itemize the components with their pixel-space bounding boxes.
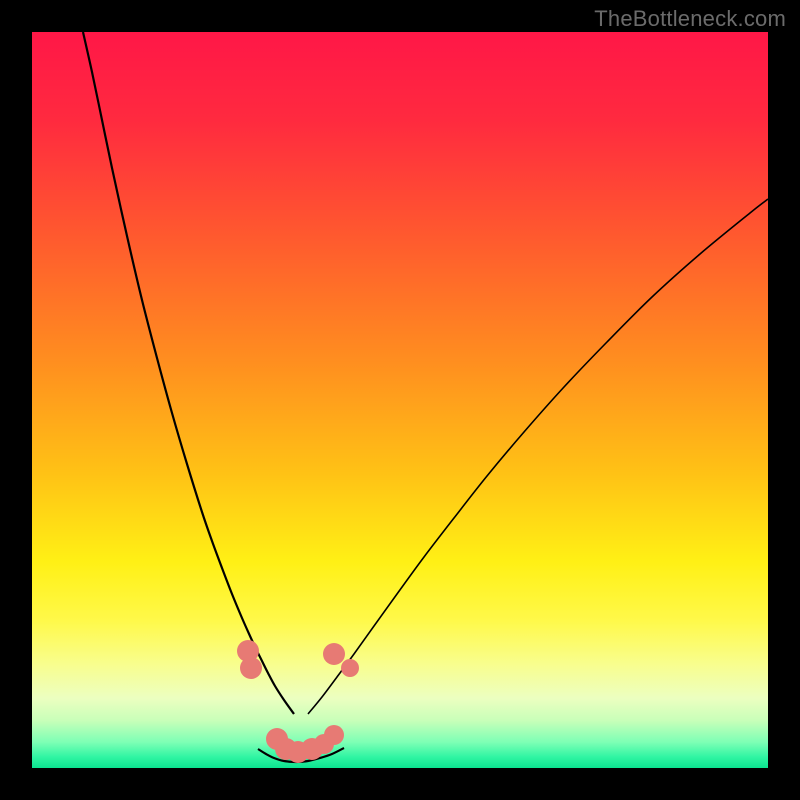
curve-layer: [32, 32, 768, 768]
data-dot: [341, 659, 359, 677]
data-dots: [237, 640, 359, 763]
data-dot: [323, 643, 345, 665]
left-curve: [83, 32, 294, 714]
plot-area: [32, 32, 768, 768]
watermark-text: TheBottleneck.com: [594, 6, 786, 32]
right-curve: [308, 199, 768, 714]
data-dot: [324, 725, 344, 745]
data-dot: [240, 657, 262, 679]
